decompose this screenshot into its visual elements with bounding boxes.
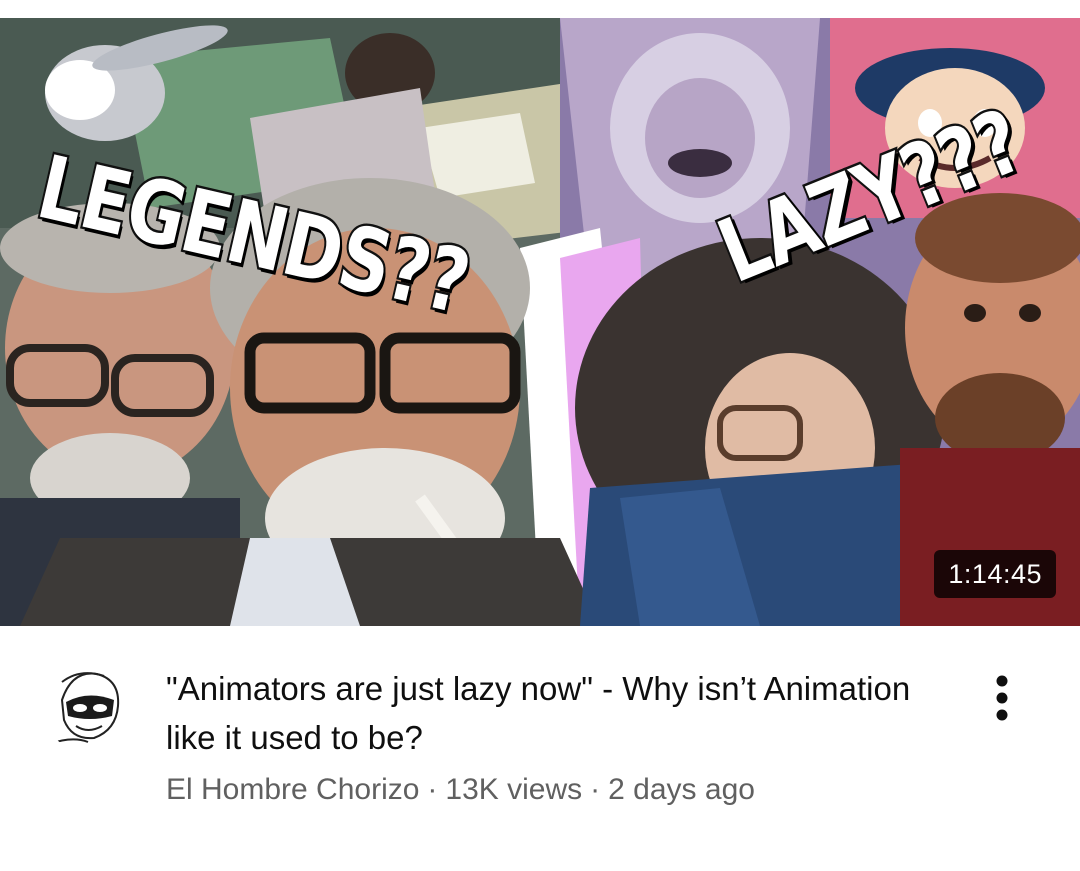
upload-age: 2 days ago xyxy=(608,773,755,806)
channel-avatar[interactable] xyxy=(42,660,134,752)
more-options-button[interactable] xyxy=(980,666,1024,730)
duration-badge: 1:14:45 xyxy=(934,550,1056,598)
video-card: LEGENDS?? LAZY??? 1:14:45 "Animators are… xyxy=(0,0,1080,871)
channel-name[interactable]: El Hombre Chorizo xyxy=(166,773,419,806)
view-count: 13K views xyxy=(445,773,583,806)
video-thumbnail[interactable]: LEGENDS?? LAZY??? 1:14:45 xyxy=(0,18,1080,626)
video-byline: El Hombre Chorizo · 13K views · 2 days ago xyxy=(166,773,755,807)
thumbnail-artwork xyxy=(0,18,1080,626)
masked-face-sketch-icon xyxy=(43,661,133,751)
more-vertical-icon xyxy=(996,675,1008,721)
video-title[interactable]: "Animators are just lazy now" - Why isn’… xyxy=(166,664,926,762)
separator-dot: · xyxy=(427,773,438,806)
separator-dot: · xyxy=(590,773,601,806)
video-metadata: "Animators are just lazy now" - Why isn’… xyxy=(0,626,1080,871)
